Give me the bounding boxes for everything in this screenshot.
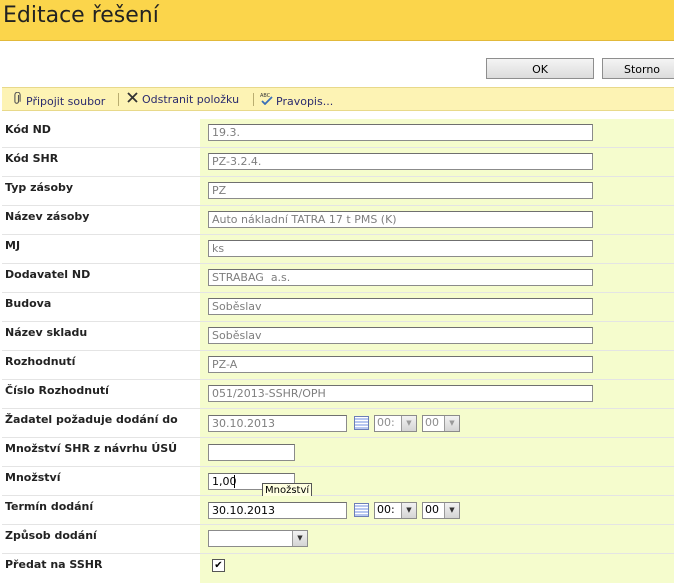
nazev-zasoby-field[interactable]: Auto nákladní TATRA 17 t PMS (K) (208, 211, 593, 228)
field-label: Dodavatel ND (5, 268, 91, 281)
form-row-mj: MJ ks (2, 235, 674, 264)
form-row-rozhodnuti: Rozhodnutí PZ-A (2, 351, 674, 380)
remove-item-label: Odstranit položku (142, 93, 240, 106)
nazev-skladu-field[interactable]: Soběslav (208, 327, 593, 344)
form-row-proposal-quantity: Množství SHR z návrhu ÚSÚ (2, 438, 674, 467)
chevron-down-icon: ▼ (292, 531, 307, 546)
form-row-dodavatel-nd: Dodavatel ND STRABAG a.s. (2, 264, 674, 293)
field-label: Název skladu (5, 326, 88, 339)
delivery-method-select[interactable]: ▼ (208, 530, 308, 547)
budova-field[interactable]: Soběslav (208, 298, 593, 315)
field-label: Název zásoby (5, 210, 90, 223)
hour-value: 00: (377, 416, 395, 429)
hour-value: 00: (377, 503, 395, 516)
calendar-icon[interactable] (354, 416, 369, 430)
chevron-down-icon: ▼ (444, 416, 459, 431)
page-title: Editace řešení (3, 3, 159, 28)
value-cell: PZ-A (200, 351, 674, 379)
field-label: Typ zásoby (5, 181, 74, 194)
cislo-rozhodnuti-field[interactable]: 051/2013-SSHR/OPH (208, 385, 593, 402)
toolbar-separator (253, 93, 254, 106)
typ-zasoby-field[interactable]: PZ (208, 182, 593, 199)
value-cell: 051/2013-SSHR/OPH (200, 380, 674, 408)
field-label: Množství SHR z návrhu ÚSÚ (5, 442, 178, 455)
spellcheck-icon: ABC (260, 92, 273, 108)
form-row-cislo-rozhodnuti: Číslo Rozhodnutí 051/2013-SSHR/OPH (2, 380, 674, 409)
dodavatel-nd-field[interactable]: STRABAG a.s. (208, 269, 593, 286)
value-cell (200, 438, 674, 466)
ok-button[interactable]: OK (486, 58, 594, 79)
spellcheck-button[interactable]: ABC Pravopis... (260, 92, 333, 108)
value-cell: PZ-3.2.4. (200, 148, 674, 176)
value-cell: Soběslav (200, 293, 674, 321)
value-cell: 19.3. (200, 119, 674, 147)
form-row-budova: Budova Soběslav (2, 293, 674, 322)
form-row-typ-zasoby: Typ zásoby PZ (2, 177, 674, 206)
calendar-icon[interactable] (354, 503, 369, 517)
requested-date-field[interactable]: 30.10.2013 (208, 415, 347, 432)
form-row-delivery-term: Termín dodání 30.10.2013 00: ▼ 00 ▼ (2, 496, 674, 525)
value-cell: ✔ (200, 554, 674, 583)
mj-field[interactable]: ks (208, 240, 593, 257)
form-row-kod-nd: Kód ND 19.3. (2, 119, 674, 148)
form-row-requested-delivery: Žadatel požaduje dodání do 30.10.2013 00… (2, 409, 674, 438)
value-cell: Soběslav (200, 322, 674, 350)
hand-over-checkbox[interactable]: ✔ (212, 559, 225, 572)
chevron-down-icon: ▼ (401, 416, 416, 431)
value-cell: STRABAG a.s. (200, 264, 674, 292)
field-label: Rozhodnutí (5, 355, 76, 368)
value-cell: 1,00 Množství (200, 467, 674, 498)
toolbar: Připojit soubor Odstranit položku ABC Pr… (2, 87, 674, 111)
field-label: MJ (5, 239, 21, 252)
proposal-quantity-field[interactable] (208, 444, 295, 461)
field-label: Číslo Rozhodnutí (5, 384, 109, 397)
rozhodnuti-field[interactable]: PZ-A (208, 356, 593, 373)
delivery-date-field[interactable]: 30.10.2013 (208, 502, 347, 519)
value-cell: ks (200, 235, 674, 263)
delivery-hour-select[interactable]: 00: ▼ (374, 502, 417, 519)
svg-text:ABC: ABC (260, 93, 271, 99)
text-caret (234, 475, 235, 488)
form-row-quantity: Množství 1,00 Množství (2, 467, 674, 498)
attach-file-button[interactable]: Připojit soubor (10, 91, 106, 108)
title-bar: Editace řešení (0, 0, 674, 41)
value-cell: PZ (200, 177, 674, 205)
field-label: Žadatel požaduje dodání do (5, 413, 178, 426)
chevron-down-icon: ▼ (444, 503, 459, 518)
delivery-minute-select[interactable]: 00 ▼ (422, 502, 460, 519)
field-label: Množství (5, 471, 61, 484)
chevron-down-icon: ▼ (401, 503, 416, 518)
field-label: Způsob dodání (5, 529, 97, 542)
value-cell: ▼ (200, 525, 674, 553)
value-cell: 30.10.2013 00: ▼ 00 ▼ (200, 496, 674, 524)
kod-nd-field[interactable]: 19.3. (208, 124, 593, 141)
field-label: Předat na SSHR (5, 558, 103, 571)
form-row-delivery-method: Způsob dodání ▼ (2, 525, 674, 554)
form-row-nazev-skladu: Název skladu Soběslav (2, 322, 674, 351)
toolbar-separator (118, 93, 119, 106)
value-cell: 30.10.2013 00: ▼ 00 ▼ (200, 409, 674, 437)
requested-minute-select[interactable]: 00 ▼ (422, 415, 460, 432)
requested-hour-select[interactable]: 00: ▼ (374, 415, 417, 432)
form-row-nazev-zasoby: Název zásoby Auto nákladní TATRA 17 t PM… (2, 206, 674, 235)
spellcheck-label: Pravopis... (276, 95, 334, 108)
x-icon (126, 92, 139, 106)
field-label: Termín dodání (5, 500, 94, 513)
remove-item-button[interactable]: Odstranit položku (126, 92, 239, 106)
minute-value: 00 (425, 416, 439, 429)
minute-value: 00 (425, 503, 439, 516)
paperclip-icon (10, 91, 23, 108)
cancel-button[interactable]: Storno (602, 58, 674, 79)
kod-shr-field[interactable]: PZ-3.2.4. (208, 153, 593, 170)
form-row-hand-over: Předat na SSHR ✔ (2, 554, 674, 583)
field-label: Budova (5, 297, 52, 310)
field-label: Kód ND (5, 123, 51, 136)
form-row-kod-shr: Kód SHR PZ-3.2.4. (2, 148, 674, 177)
value-cell: Auto nákladní TATRA 17 t PMS (K) (200, 206, 674, 234)
attach-file-label: Připojit soubor (26, 95, 106, 108)
field-label: Kód SHR (5, 152, 59, 165)
